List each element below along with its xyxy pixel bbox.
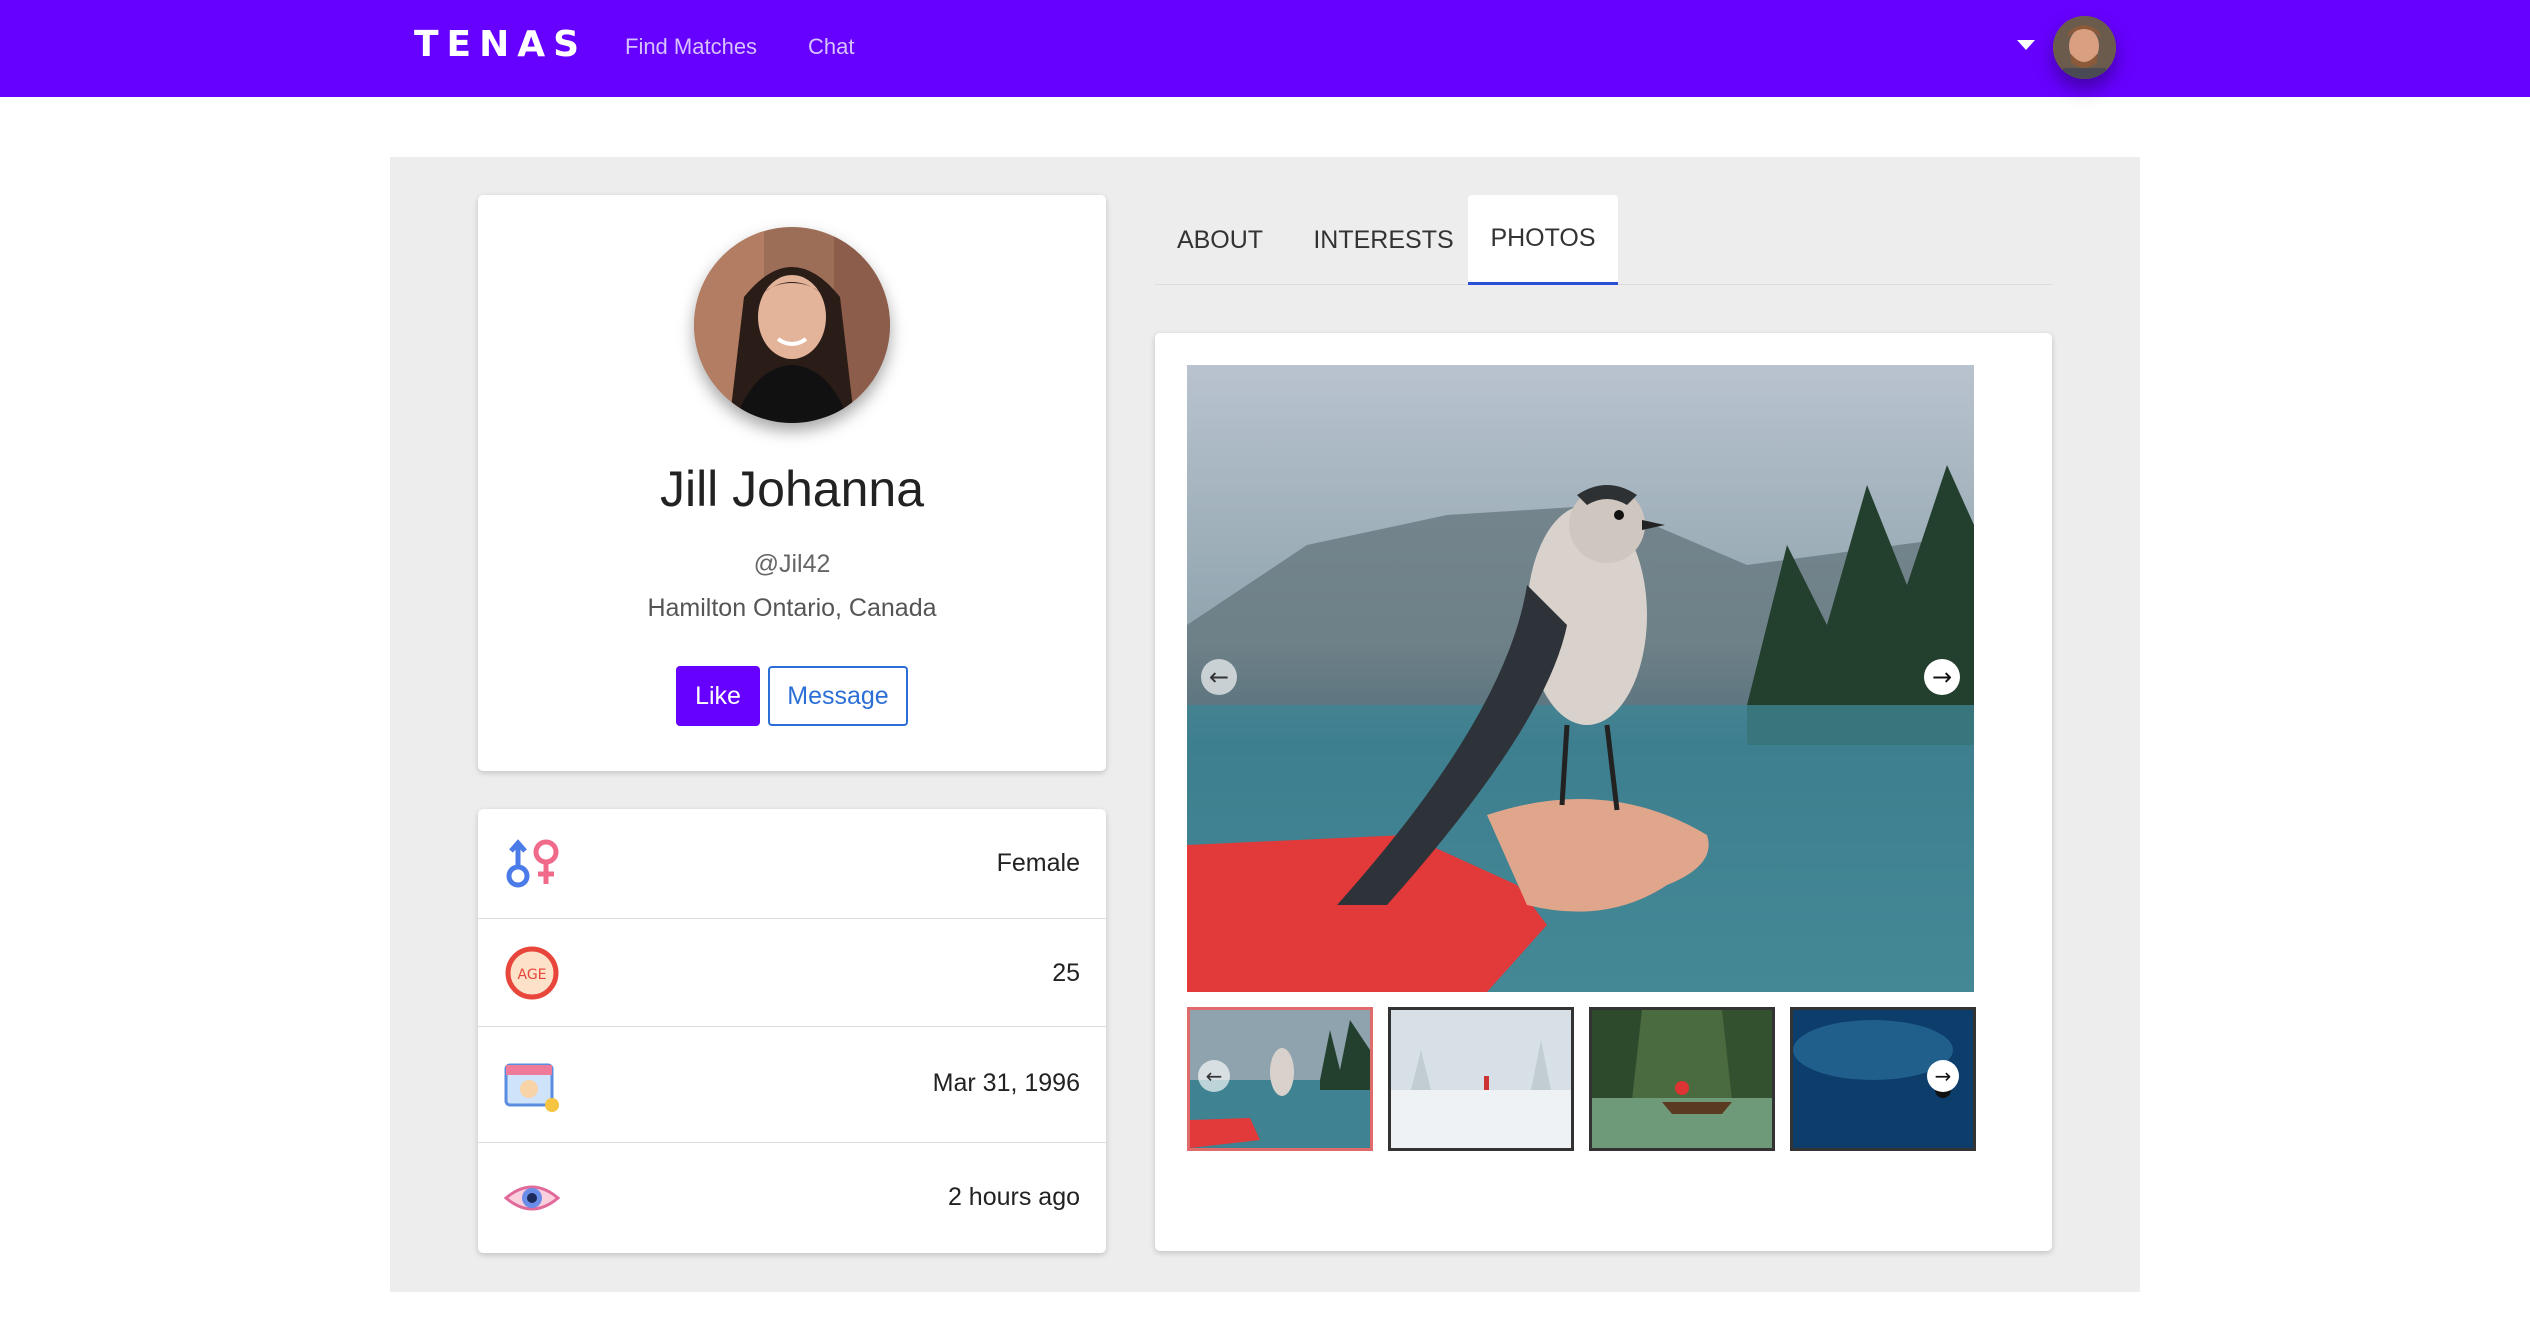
main-photo-bird: ← →	[1187, 365, 1974, 992]
thumbnail-underwater[interactable]: →	[1790, 1007, 1976, 1151]
photo-gallery-card: ← → ← →	[1155, 333, 2052, 1251]
nav-find-matches[interactable]: Find Matches	[625, 34, 757, 60]
age-icon: AGE	[505, 946, 559, 1000]
chevron-down-icon[interactable]	[2017, 40, 2035, 50]
profile-location: Hamilton Ontario, Canada	[647, 594, 937, 622]
nav-chat[interactable]: Chat	[808, 34, 854, 60]
photo-prev-icon[interactable]: ←	[1201, 659, 1237, 695]
eye-icon	[503, 1185, 561, 1211]
gender-value: Female	[996, 849, 1080, 877]
thumbnail-snow[interactable]	[1388, 1007, 1574, 1151]
thumbnail-bird[interactable]: ←	[1187, 1007, 1373, 1151]
birthday-value: Mar 31, 1996	[932, 1069, 1080, 1097]
stat-row-birthday: Mar 31, 1996	[478, 1027, 1106, 1143]
thumbnail-boat[interactable]	[1589, 1007, 1775, 1151]
birthday-calendar-icon	[504, 1063, 559, 1112]
profile-name: Jill Johanna	[659, 461, 925, 517]
thumb-prev-icon[interactable]: ←	[1198, 1060, 1230, 1092]
like-button[interactable]: Like	[676, 666, 760, 726]
profile-handle: @Jil42	[753, 550, 831, 578]
stat-row-last-seen: 2 hours ago	[478, 1143, 1106, 1253]
profile-card: Jill Johanna @Jil42 Hamilton Ontario, Ca…	[478, 195, 1106, 771]
stat-row-gender: Female	[478, 809, 1106, 919]
thumb-next-icon[interactable]: →	[1927, 1060, 1959, 1092]
tab-interests[interactable]: INTERESTS	[1301, 195, 1466, 285]
gender-icon	[506, 839, 559, 888]
stat-row-age: AGE 25	[478, 919, 1106, 1027]
profile-avatar	[694, 227, 890, 423]
age-value: 25	[1052, 959, 1080, 987]
tab-photos[interactable]: PHOTOS	[1468, 195, 1618, 285]
photo-next-icon[interactable]: →	[1924, 659, 1960, 695]
user-avatar[interactable]	[2053, 16, 2116, 79]
profile-stats-card: Female AGE 25 Mar 31, 1996 2 hours ago	[478, 809, 1106, 1253]
profile-tabs: ABOUT INTERESTS PHOTOS	[1155, 195, 2052, 285]
svg-text:AGE: AGE	[517, 967, 546, 983]
message-button[interactable]: Message	[768, 666, 908, 726]
top-navbar: TENAS Find Matches Chat	[0, 0, 2530, 97]
tab-about[interactable]: ABOUT	[1155, 195, 1285, 285]
last-seen-value: 2 hours ago	[947, 1183, 1080, 1211]
brand-logo[interactable]: TENAS	[414, 24, 587, 65]
